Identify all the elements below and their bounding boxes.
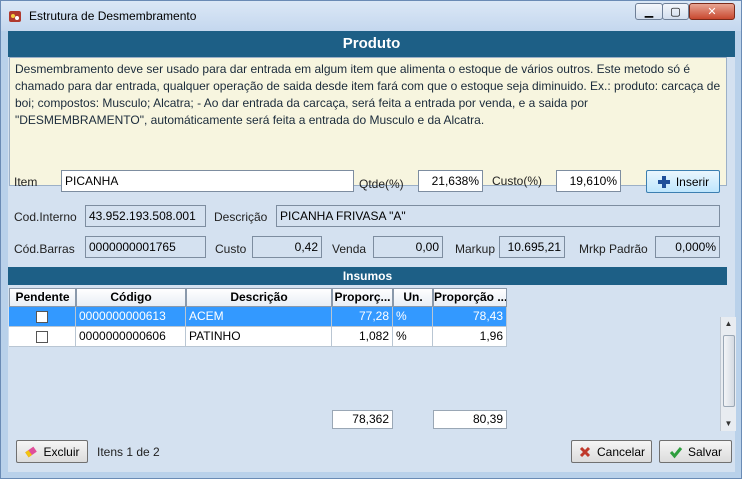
venda-label: Venda — [332, 242, 367, 256]
plus-icon — [657, 175, 670, 188]
inserir-button[interactable]: Inserir — [646, 170, 720, 193]
excluir-label: Excluir — [43, 444, 80, 459]
un-cell: % — [393, 307, 433, 327]
mrkp-padrao-field: 0,000% — [655, 236, 720, 258]
col-descricao[interactable]: Descrição — [186, 288, 332, 307]
close-icon: ✕ — [707, 6, 717, 18]
produto-header: Produto — [8, 31, 735, 57]
scroll-thumb[interactable] — [723, 335, 735, 407]
pendente-cell[interactable] — [9, 327, 76, 347]
codigo-cell: 0000000000606 — [76, 327, 186, 347]
pendente-cell[interactable] — [9, 307, 76, 327]
custo-pct-label: Custo(%) — [492, 174, 543, 188]
table-row[interactable]: 0000000000606 PATINHO 1,082 % 1,96 — [9, 327, 507, 347]
cancel-x-icon — [579, 446, 591, 457]
descricao-cell: ACEM — [186, 307, 332, 327]
insumos-header: Insumos — [8, 267, 727, 285]
proporcao-2-cell: 78,43 — [433, 307, 507, 327]
descricao-field: PICANHA FRIVASA "A" — [276, 205, 720, 227]
salvar-button[interactable]: Salvar — [659, 440, 732, 463]
title-bar: Estrutura de Desmembramento ▁ ▢ ✕ — [1, 1, 741, 31]
pendente-checkbox[interactable] — [36, 311, 48, 323]
app-icon — [9, 11, 21, 22]
venda-field: 0,00 — [373, 236, 443, 258]
cod-interno-field: 43.952.193.508.001 — [85, 205, 206, 227]
close-button[interactable]: ✕ — [689, 3, 735, 20]
description-text: Desmembramento deve ser usado para dar e… — [9, 57, 727, 186]
item-label: Item — [14, 175, 38, 189]
cancelar-label: Cancelar — [596, 444, 646, 459]
maximize-icon: ▢ — [670, 6, 681, 18]
pendente-checkbox[interactable] — [36, 331, 48, 343]
cod-barras-label: Cód.Barras — [14, 242, 75, 256]
cod-interno-label: Cod.Interno — [14, 210, 77, 224]
proporcao-2-cell: 1,96 — [433, 327, 507, 347]
maximize-button[interactable]: ▢ — [662, 3, 689, 20]
un-cell: % — [393, 327, 433, 347]
checkmark-icon — [669, 446, 683, 458]
total-proporcao: 78,362 — [332, 410, 393, 429]
qtde-label: Qtde(%) — [359, 177, 404, 191]
proporcao-cell: 77,28 — [332, 307, 393, 327]
minimize-icon: ▁ — [644, 6, 654, 18]
minimize-button[interactable]: ▁ — [635, 3, 663, 20]
salvar-label: Salvar — [687, 444, 722, 459]
custo-label: Custo — [215, 242, 247, 256]
item-input[interactable]: PICANHA — [61, 170, 354, 192]
proporcao-cell: 1,082 — [332, 327, 393, 347]
qtde-input[interactable]: 21,638% — [418, 170, 483, 192]
window-title: Estrutura de Desmembramento — [29, 9, 197, 23]
col-pendente[interactable]: Pendente — [9, 288, 76, 307]
table-row[interactable]: 0000000000613 ACEM 77,28 % 78,43 — [9, 307, 507, 327]
codigo-cell: 0000000000613 — [76, 307, 186, 327]
markup-label: Markup — [455, 242, 496, 256]
scroll-down-icon[interactable]: ▼ — [721, 417, 736, 431]
inserir-label: Inserir — [675, 174, 710, 189]
client-area: Produto Desmembramento deve ser usado pa… — [8, 31, 736, 472]
col-proporcao-2[interactable]: Proporção ... — [433, 288, 507, 307]
descricao-cell: PATINHO — [186, 327, 332, 347]
total-proporcao-2: 80,39 — [433, 410, 507, 429]
col-codigo[interactable]: Código — [76, 288, 186, 307]
items-count: Itens 1 de 2 — [97, 445, 160, 459]
cod-barras-field: 0000000001765 — [85, 236, 206, 258]
custo-pct-input[interactable]: 19,610% — [556, 170, 621, 192]
cancelar-button[interactable]: Cancelar — [571, 440, 652, 463]
excluir-button[interactable]: Excluir — [16, 440, 88, 463]
descricao-label: Descrição — [214, 210, 268, 224]
col-proporcao[interactable]: Proporç... — [332, 288, 393, 307]
mrkp-padrao-label: Mrkp Padrão — [579, 242, 648, 256]
main-window: Estrutura de Desmembramento ▁ ▢ ✕ Produt… — [0, 0, 742, 479]
vertical-scrollbar[interactable]: ▲ ▼ — [720, 317, 736, 431]
custo-field: 0,42 — [252, 236, 322, 258]
col-un[interactable]: Un. — [393, 288, 433, 307]
eraser-icon — [25, 446, 38, 457]
markup-field: 10.695,21 — [499, 236, 565, 258]
scroll-up-icon[interactable]: ▲ — [721, 317, 736, 331]
